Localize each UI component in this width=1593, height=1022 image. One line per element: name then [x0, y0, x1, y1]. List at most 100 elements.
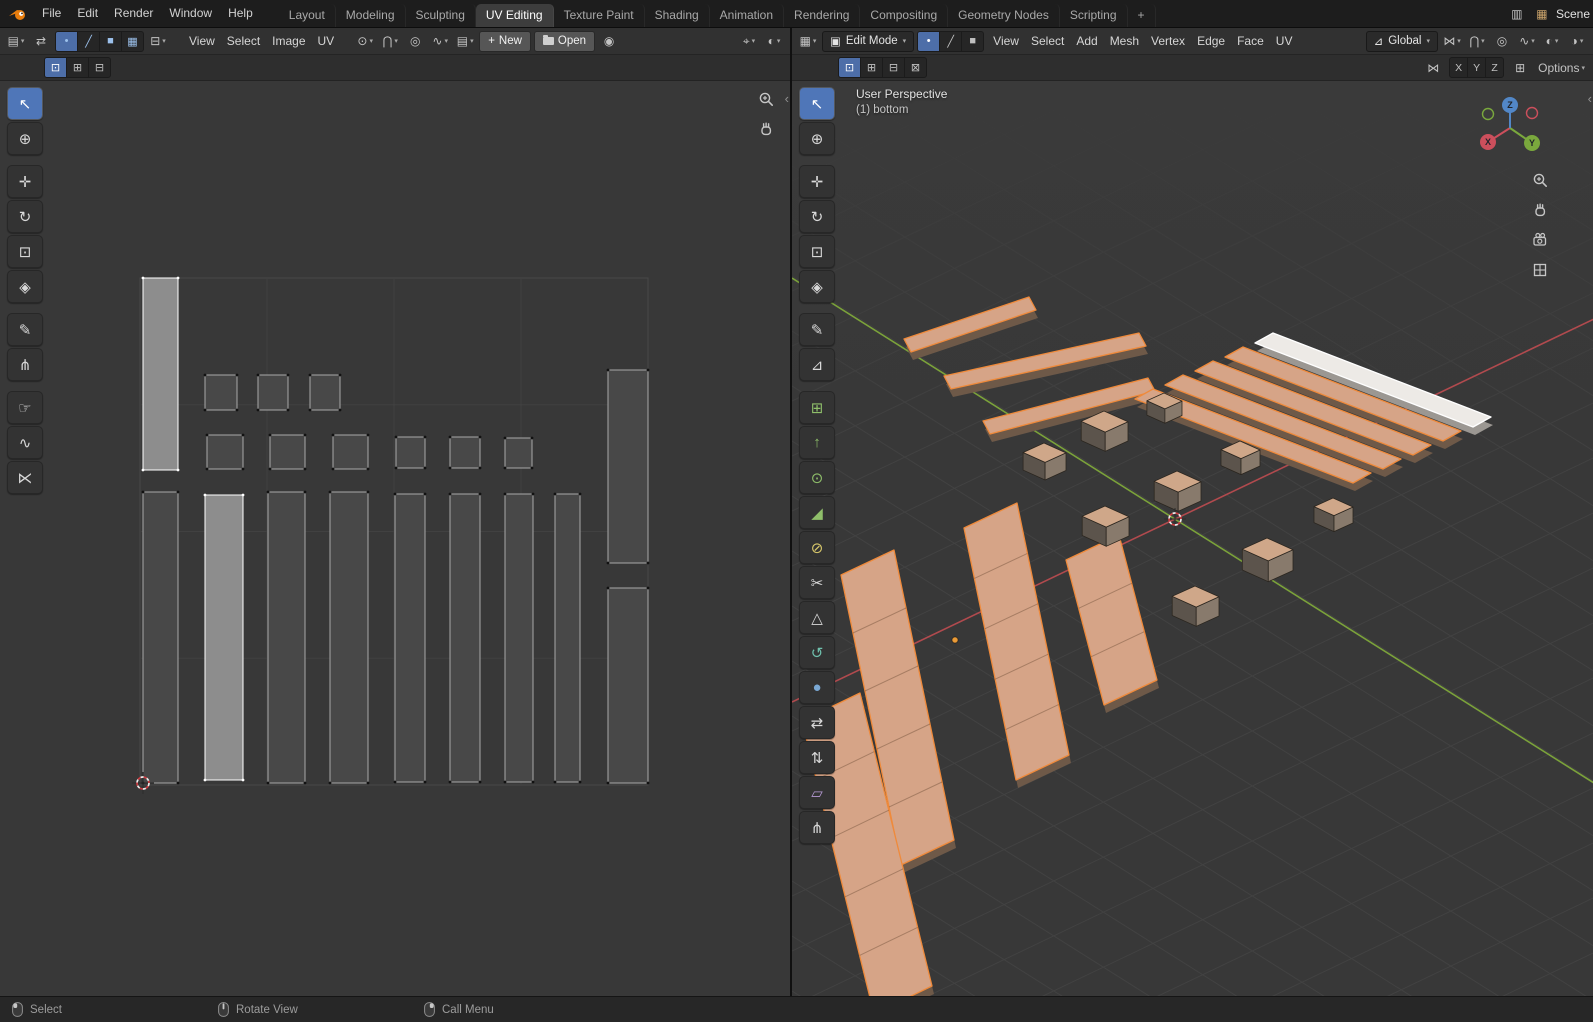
- vp-menu-select[interactable]: Select: [1025, 34, 1070, 48]
- cube[interactable]: [1314, 498, 1353, 532]
- vp-falloff-button[interactable]: ∿ ▾: [1516, 32, 1538, 51]
- snap-target-button[interactable]: ⋈ ▾: [1441, 32, 1463, 51]
- tool-pinch[interactable]: ⋉: [7, 461, 43, 494]
- workspace-tab-texture-paint[interactable]: Texture Paint: [554, 4, 645, 27]
- tool-cursor[interactable]: ⊕: [7, 122, 43, 155]
- tool-loop-cut[interactable]: ⊘: [799, 531, 835, 564]
- tool-relax[interactable]: ∿: [7, 426, 43, 459]
- uv-island[interactable]: [268, 492, 305, 783]
- uv-select-mode-0[interactable]: •: [56, 32, 78, 51]
- tool-inset-faces[interactable]: ⊙: [799, 461, 835, 494]
- tool-tweak[interactable]: ↖: [7, 87, 43, 120]
- uv-sidebar-chevron[interactable]: ‹: [785, 91, 789, 106]
- scene-selector[interactable]: Scene: [1556, 7, 1591, 21]
- vp-select-mode-2[interactable]: ■: [962, 32, 983, 51]
- workspace-tab-uv-editing[interactable]: UV Editing: [476, 4, 554, 27]
- pin-icon[interactable]: ◉: [598, 32, 620, 51]
- uv-snap-button[interactable]: ⋂ ▾: [379, 32, 401, 51]
- vp-menu-vertex[interactable]: Vertex: [1145, 34, 1191, 48]
- tool-rip-region[interactable]: ⋔: [799, 811, 835, 844]
- uv-island[interactable]: [310, 375, 340, 410]
- vp-menu-uv[interactable]: UV: [1270, 34, 1299, 48]
- menu-render[interactable]: Render: [106, 0, 161, 27]
- navigation-gizmo[interactable]: XYZ: [1478, 95, 1542, 159]
- mirror-axis-1[interactable]: Y: [1468, 58, 1486, 77]
- sticky-mode-button[interactable]: ⊟ ▾: [147, 32, 169, 51]
- vp-select-op-2[interactable]: ⊟: [883, 58, 905, 77]
- mirror-axis-2[interactable]: Z: [1486, 58, 1503, 77]
- cube[interactable]: [1172, 586, 1219, 626]
- uv-select-mode-2[interactable]: ■: [100, 32, 122, 51]
- vp-select-mode-0[interactable]: •: [918, 32, 940, 51]
- uv-island[interactable]: [395, 494, 425, 782]
- tool-rotate[interactable]: ↻: [7, 200, 43, 233]
- pan-hand-icon[interactable]: [1531, 201, 1549, 219]
- tool-knife[interactable]: ✂: [799, 566, 835, 599]
- tool-edge-slide[interactable]: ⇄: [799, 706, 835, 739]
- uv-overlays-button[interactable]: ◐ ▾: [763, 32, 785, 51]
- uv-island[interactable]: [270, 435, 305, 469]
- menu-edit[interactable]: Edit: [69, 0, 106, 27]
- tool-spin[interactable]: ↺: [799, 636, 835, 669]
- tool-shrink-fatten[interactable]: ⇅: [799, 741, 835, 774]
- tool-cursor[interactable]: ⊕: [799, 122, 835, 155]
- tool-annotate[interactable]: ✎: [799, 313, 835, 346]
- workspace-tab-scripting[interactable]: Scripting: [1060, 4, 1128, 27]
- gizmo-neg-y[interactable]: [1483, 109, 1494, 120]
- vp-menu-face[interactable]: Face: [1231, 34, 1270, 48]
- uv-island[interactable]: [608, 588, 648, 783]
- uv-select-op-0[interactable]: ⊡: [45, 58, 67, 77]
- options-button[interactable]: Options ▾: [1536, 58, 1587, 77]
- vp-menu-add[interactable]: Add: [1070, 34, 1103, 48]
- tool-measure[interactable]: ⊿: [799, 348, 835, 381]
- tool-grab[interactable]: ☞: [7, 391, 43, 424]
- mirror-icon[interactable]: ⋈: [1422, 58, 1444, 77]
- snap-magnet-button[interactable]: ⋂ ▾: [1466, 32, 1488, 51]
- uv-island[interactable]: [258, 375, 288, 410]
- tool-transform[interactable]: ◈: [799, 270, 835, 303]
- tool-move[interactable]: ✛: [7, 165, 43, 198]
- mode-dropdown[interactable]: ▣ Edit Mode ▾: [822, 31, 914, 52]
- vp-select-op-3[interactable]: ⊠: [905, 58, 926, 77]
- uv-menu-view[interactable]: View: [183, 34, 221, 48]
- tool-scale[interactable]: ⊡: [7, 235, 43, 268]
- uv-island[interactable]: [205, 495, 243, 780]
- workspace-tab-geometry-nodes[interactable]: Geometry Nodes: [948, 4, 1060, 27]
- uv-island[interactable]: [608, 370, 648, 563]
- orientation-dropdown[interactable]: ⊿ Global ▾: [1366, 31, 1438, 52]
- camera-view-icon[interactable]: [1531, 231, 1549, 249]
- zoom-icon[interactable]: [1531, 171, 1549, 189]
- uv-island[interactable]: [505, 438, 532, 468]
- uv-pivot-button[interactable]: ⊙ ▾: [354, 32, 376, 51]
- uv-select-mode-1[interactable]: ╱: [78, 32, 100, 51]
- tool-tweak[interactable]: ↖: [799, 87, 835, 120]
- tool-rotate[interactable]: ↻: [799, 200, 835, 233]
- vp-menu-view[interactable]: View: [987, 34, 1025, 48]
- workspace-tab-sculpting[interactable]: Sculpting: [406, 4, 476, 27]
- uv-island[interactable]: [450, 437, 480, 468]
- gizmo-neg-x[interactable]: [1527, 108, 1538, 119]
- uv-snap-target-button[interactable]: ⌖ ▾: [738, 32, 760, 51]
- vp-menu-mesh[interactable]: Mesh: [1104, 34, 1145, 48]
- open-image-button[interactable]: Open: [534, 31, 595, 52]
- workspace-tab-rendering[interactable]: Rendering: [784, 4, 860, 27]
- uv-island[interactable]: [555, 494, 580, 782]
- tool-scale[interactable]: ⊡: [799, 235, 835, 268]
- uv-select-op-1[interactable]: ⊞: [67, 58, 89, 77]
- mirror-axis-0[interactable]: X: [1450, 58, 1468, 77]
- uv-sync-selection-icon[interactable]: ⇄: [30, 32, 52, 51]
- tool-move[interactable]: ✛: [799, 165, 835, 198]
- uv-island[interactable]: [396, 437, 425, 468]
- uv-falloff-button[interactable]: ∿ ▾: [429, 32, 451, 51]
- uv-island[interactable]: [333, 435, 368, 469]
- uv-canvas[interactable]: ↖⊕✛↻⊡◈✎⋔☞∿⋉ ‹: [0, 81, 790, 996]
- tool-annotate[interactable]: ✎: [7, 313, 43, 346]
- tool-extrude-region[interactable]: ↑: [799, 426, 835, 459]
- tool-add-cube[interactable]: ⊞: [799, 391, 835, 424]
- workspace-tab-compositing[interactable]: Compositing: [860, 4, 948, 27]
- uv-menu-uv[interactable]: UV: [312, 34, 341, 48]
- cube[interactable]: [1242, 538, 1293, 582]
- cube[interactable]: [1082, 506, 1129, 546]
- tool-bevel[interactable]: ◢: [799, 496, 835, 529]
- image-browse-button[interactable]: ▤ ▾: [454, 32, 476, 51]
